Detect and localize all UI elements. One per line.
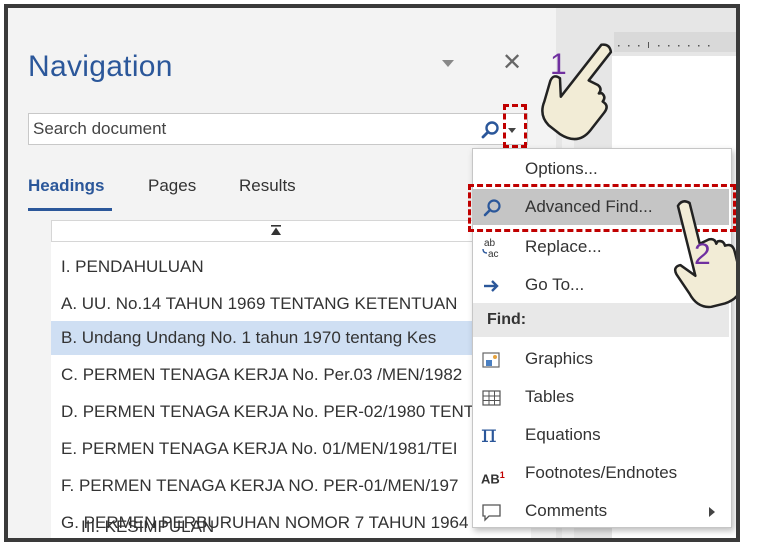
menu-item-footnotes[interactable]: AB1 Footnotes/Endnotes (473, 455, 729, 491)
heading-item[interactable]: F. PERMEN TENAGA KERJA NO. PER-01/MEN/19… (51, 469, 531, 503)
heading-item[interactable]: III. KESIMPULAN (51, 512, 481, 538)
horizontal-ruler (614, 32, 736, 52)
heading-item[interactable]: E. PERMEN TENAGA KERJA No. 01/MEN/1981/T… (51, 432, 531, 466)
active-tab-indicator (28, 208, 112, 211)
step-number-2: 2 (694, 238, 711, 271)
search-icon[interactable] (481, 120, 501, 140)
menu-item-options[interactable]: Options... (473, 151, 729, 187)
arrow-right-icon (484, 280, 499, 292)
heading-item[interactable]: D. PERMEN TENAGA KERJA No. PER-02/1980 T… (51, 395, 531, 429)
menu-item-label: Footnotes/Endnotes (525, 463, 678, 482)
heading-item[interactable]: C. PERMEN TENAGA KERJA No. Per.03 /MEN/1… (51, 358, 531, 392)
highlight-box-search-options (503, 104, 527, 148)
menu-item-label: Tables (525, 387, 575, 406)
menu-item-label: Replace... (525, 237, 602, 256)
collapse-up-icon (271, 225, 281, 235)
table-icon (482, 390, 501, 406)
menu-item-comments[interactable]: Comments (473, 493, 729, 529)
menu-item-label: Graphics (525, 349, 594, 368)
pointing-hand-icon (541, 43, 613, 141)
tab-pages[interactable]: Pages (148, 176, 196, 196)
tab-results[interactable]: Results (239, 176, 296, 196)
comment-icon (482, 504, 501, 522)
search-input[interactable] (33, 114, 473, 144)
submenu-arrow-icon (709, 507, 715, 517)
collapse-all-button[interactable] (51, 220, 509, 242)
svg-text:ab: ab (484, 238, 496, 249)
heading-item-selected[interactable]: B. Undang Undang No. 1 tahun 1970 tentan… (51, 321, 531, 355)
tab-headings[interactable]: Headings (28, 176, 105, 196)
headings-list: I. PENDAHULUAN A. UU. No.14 TAHUN 1969 T… (51, 220, 531, 538)
graphics-icon (482, 352, 500, 368)
menu-item-graphics[interactable]: Graphics (473, 341, 729, 377)
menu-item-label: Comments (525, 501, 608, 520)
step-number-1: 1 (550, 48, 567, 81)
pane-options-dropdown-icon[interactable] (442, 60, 454, 67)
search-box (28, 113, 528, 145)
heading-item[interactable]: I. PENDAHULUAN (51, 250, 531, 284)
svg-text:ac: ac (488, 249, 499, 259)
menu-item-label: Go To... (525, 275, 585, 294)
menu-item-label: Equations (525, 425, 601, 444)
replace-icon: ab ac (482, 238, 499, 259)
close-icon[interactable]: ✕ (502, 48, 522, 77)
heading-item[interactable]: A. UU. No.14 TAHUN 1969 TENTANG KETENTUA… (51, 287, 531, 321)
ruler-ticks (618, 42, 710, 48)
menu-item-label: Options... (525, 159, 598, 178)
window-frame: Navigation ✕ Headings Pages Results (4, 4, 740, 542)
menu-item-equations[interactable]: π Equations (473, 417, 729, 453)
menu-item-tables[interactable]: Tables (473, 379, 729, 415)
footnote-icon: AB1 (481, 470, 505, 487)
find-header-label: Find: (487, 311, 527, 328)
nav-title: Navigation (28, 50, 173, 83)
pi-icon: π (481, 420, 497, 448)
